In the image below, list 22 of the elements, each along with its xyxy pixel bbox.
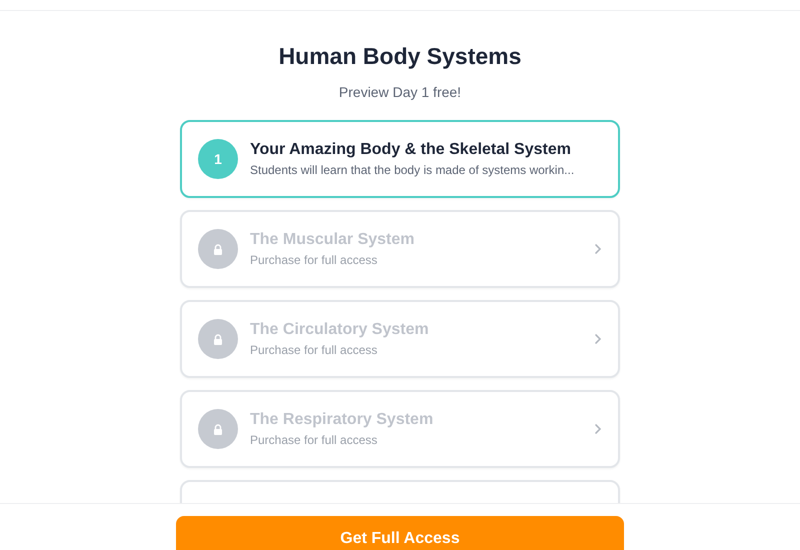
- chevron-right-icon: [594, 423, 602, 435]
- lesson-title: Your Amazing Body & the Skeletal System: [250, 141, 572, 159]
- lesson-title: The Circulatory System: [250, 321, 430, 339]
- chevron-right-icon: [594, 243, 602, 255]
- lesson-description: Purchase for full access: [250, 253, 378, 267]
- lesson-description: Purchase for full access: [250, 343, 378, 357]
- lock-icon: [213, 244, 223, 254]
- page-title: Human Body Systems: [278, 43, 522, 70]
- lock-icon: [213, 334, 223, 344]
- page-subtitle: Preview Day 1 free!: [338, 84, 462, 100]
- get-full-access-button[interactable]: Get Full Access: [176, 516, 624, 550]
- lock-icon: [213, 424, 223, 434]
- lesson-card[interactable]: The Muscular System Purchase for full access: [180, 210, 620, 288]
- lesson-description: Students will learn that the body is made of systems workin...: [250, 163, 576, 177]
- lesson-card[interactable]: 1 Your Amazing Body & the Skeletal System Students will learn that the body is made of systems workin...: [180, 120, 620, 198]
- lesson-title: The Muscular System: [250, 231, 416, 249]
- number-badge: 1: [198, 139, 238, 179]
- chevron-right-icon: [594, 333, 602, 345]
- lesson-card[interactable]: The Circulatory System Purchase for full access: [180, 300, 620, 378]
- lesson-title: The Respiratory System: [250, 411, 434, 429]
- lesson-card[interactable]: The Respiratory System Purchase for full access: [180, 390, 620, 468]
- lesson-description: Purchase for full access: [250, 433, 378, 447]
